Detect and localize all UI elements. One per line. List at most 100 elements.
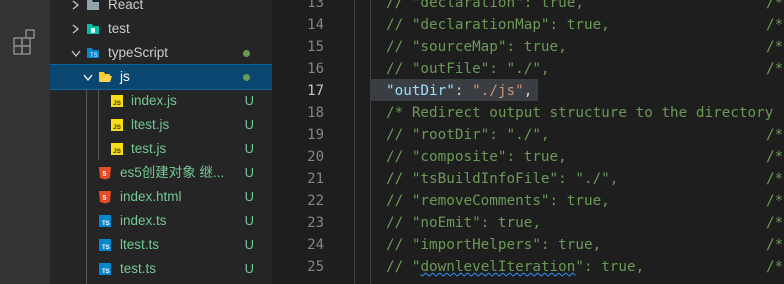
trailing-comment: /* <box>766 193 784 209</box>
json-string: "./js" <box>472 83 524 99</box>
trailing-comment: /* <box>766 237 784 253</box>
tree-item-label: es5创建对象 继... <box>120 165 225 180</box>
tree-item-js-folder[interactable]: js <box>50 64 272 90</box>
code-line[interactable]: // "tsBuildInfoFile": "./", <box>386 168 618 190</box>
tree-item-label: test.js <box>131 141 167 156</box>
untracked-status: U <box>244 117 254 132</box>
extensions-icon[interactable] <box>11 28 39 56</box>
line-number: 25 <box>307 259 324 275</box>
tree-item-index-js[interactable]: JS index.js U <box>50 89 272 113</box>
untracked-status: U <box>244 141 254 156</box>
tree-item-label: ltest.js <box>131 117 170 132</box>
indent-guide <box>354 0 355 284</box>
punctuation: , <box>523 83 533 99</box>
javascript-file-icon: JS <box>111 119 123 131</box>
comment-text: // " <box>386 259 421 275</box>
tree-item-label: index.js <box>131 93 177 108</box>
code-line[interactable]: // "importHelpers": true, <box>386 234 601 256</box>
trailing-comment: /* <box>766 127 784 143</box>
code-line[interactable]: // "rootDir": "./", <box>386 124 550 146</box>
svg-text:TS: TS <box>102 221 110 227</box>
tree-item-label: typeScript <box>108 45 169 60</box>
tree-item-react[interactable]: React <box>50 0 272 17</box>
svg-text:JS: JS <box>113 100 122 107</box>
svg-text:TS: TS <box>102 245 110 251</box>
html-file-icon: 5 <box>99 191 111 204</box>
typescript-file-icon: TS <box>99 215 111 227</box>
trailing-comment: /* <box>766 171 784 187</box>
modified-dot-icon <box>243 50 250 57</box>
untracked-status: U <box>244 237 254 252</box>
chevron-down-icon <box>83 74 93 82</box>
code-line-outdir[interactable]: "outDir": "./js", <box>386 80 532 102</box>
chevron-right-icon <box>72 0 80 10</box>
file-explorer: React test TS typeScript js JS index.js … <box>50 0 272 284</box>
untracked-status: U <box>244 93 254 108</box>
svg-text:TS: TS <box>102 269 110 275</box>
typescript-file-icon: TS <box>99 263 111 275</box>
line-number: 24 <box>307 237 324 253</box>
code-line[interactable]: // "sourceMap": true, <box>386 36 567 58</box>
line-number: 13 <box>307 0 324 11</box>
tree-item-label: index.html <box>120 189 182 204</box>
line-number: 17 <box>307 83 324 99</box>
svg-text:TS: TS <box>90 53 98 59</box>
code-line[interactable]: // "composite": true, <box>386 146 567 168</box>
activity-bar <box>0 0 50 284</box>
tree-item-test-ts[interactable]: TS test.ts U <box>50 257 272 281</box>
code-editor[interactable]: 13 14 15 16 17 18 19 20 21 22 23 24 25 /… <box>272 0 784 284</box>
json-key: "outDir" <box>386 83 455 99</box>
tree-item-index-ts[interactable]: TS index.ts U <box>50 209 272 233</box>
svg-text:5: 5 <box>103 195 107 202</box>
chevron-down-icon <box>71 50 81 58</box>
code-line[interactable]: // "declaration": true, <box>386 0 584 14</box>
tree-item-label: index.ts <box>120 213 167 228</box>
trailing-comment: /* <box>766 17 784 33</box>
tree-item-label: test <box>108 21 130 36</box>
tree-item-ltest-ts[interactable]: TS ltest.ts U <box>50 233 272 257</box>
trailing-comment: /* <box>766 259 784 275</box>
tree-item-es5-html[interactable]: 5 es5创建对象 继... U <box>50 161 272 185</box>
typescript-folder-icon: TS <box>87 48 99 59</box>
punctuation: : <box>454 83 473 99</box>
indent-guide <box>370 0 371 284</box>
open-folder-icon <box>99 72 112 82</box>
typescript-file-icon: TS <box>99 239 111 251</box>
code-line-downlevel[interactable]: // "downlevelIteration": true, <box>386 256 644 278</box>
tree-item-label: React <box>108 0 144 12</box>
code-line[interactable]: // "declarationMap": true, <box>386 14 610 36</box>
trailing-comment: /* <box>766 61 784 77</box>
line-number: 22 <box>307 193 324 209</box>
trailing-comment: /* <box>766 149 784 165</box>
untracked-status: U <box>244 261 254 276</box>
chevron-right-icon <box>72 24 80 34</box>
tree-item-test-js[interactable]: JS test.js U <box>50 137 272 161</box>
tree-item-test[interactable]: test <box>50 17 272 41</box>
modified-dot-icon <box>243 74 250 81</box>
tree-item-label: ltest.ts <box>120 237 160 252</box>
line-number: 14 <box>307 17 324 33</box>
svg-text:5: 5 <box>103 171 107 178</box>
folder-icon <box>87 0 99 10</box>
tree-item-label: js <box>120 69 130 84</box>
line-number: 15 <box>307 39 324 55</box>
tree-item-index-html[interactable]: 5 index.html U <box>50 185 272 209</box>
svg-text:JS: JS <box>113 148 122 155</box>
untracked-status: U <box>244 189 254 204</box>
line-number: 19 <box>307 127 324 143</box>
javascript-file-icon: JS <box>111 143 123 155</box>
code-line[interactable]: // "outFile": "./", <box>386 58 550 80</box>
trailing-comment: /* <box>766 0 784 11</box>
code-line[interactable]: // "removeComments": true, <box>386 190 610 212</box>
line-number: 21 <box>307 171 324 187</box>
line-number: 16 <box>307 61 324 77</box>
line-number: 23 <box>307 215 324 231</box>
tree-item-label: test.ts <box>120 261 157 276</box>
tree-item-typescript[interactable]: TS typeScript <box>50 41 272 65</box>
untracked-status: U <box>244 213 254 228</box>
tree-item-ltest-js[interactable]: JS ltest.js U <box>50 113 272 137</box>
trailing-comment: /* <box>766 39 784 55</box>
code-line[interactable]: /* Redirect output structure to the dire… <box>386 102 773 124</box>
svg-text:JS: JS <box>113 124 122 131</box>
code-line[interactable]: // "noEmit": true, <box>386 212 541 234</box>
